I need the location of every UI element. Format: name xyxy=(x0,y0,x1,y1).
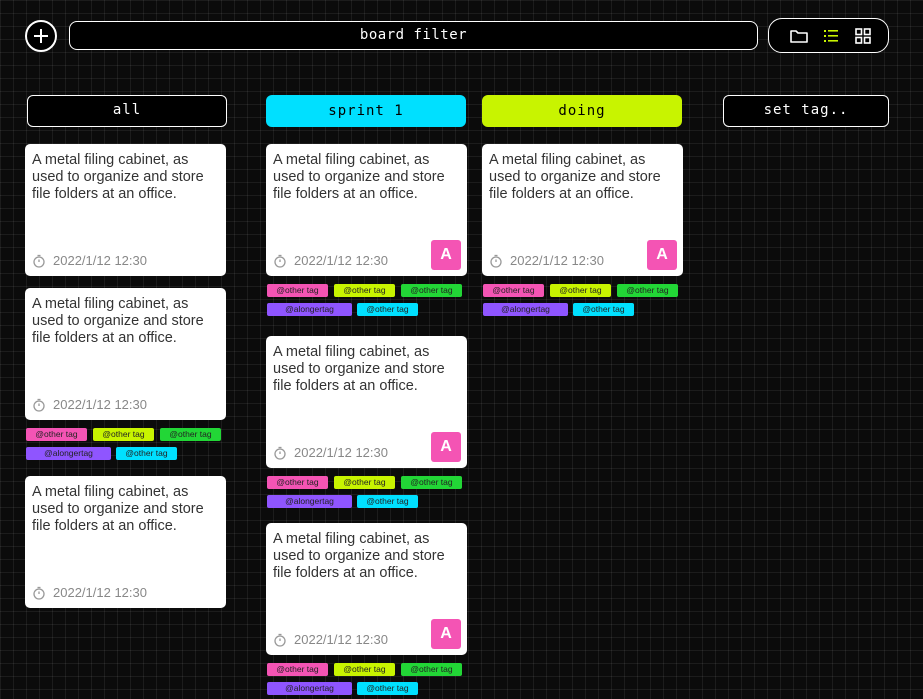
tag[interactable]: @other tag xyxy=(401,284,462,297)
card-text: A metal filing cabinet, as used to organ… xyxy=(32,484,204,534)
timestamp-text: 2022/1/12 12:30 xyxy=(53,253,147,268)
tag[interactable]: @other tag xyxy=(116,447,177,460)
tag[interactable]: @other tag xyxy=(267,663,328,676)
avatar[interactable]: A xyxy=(431,432,461,462)
view-toggle xyxy=(768,18,889,53)
timer-icon xyxy=(490,254,502,268)
timestamp-text: 2022/1/12 12:30 xyxy=(53,585,147,600)
card-timestamp: 2022/1/12 12:30 xyxy=(273,632,388,647)
card[interactable]: A metal filing cabinet, as used to organ… xyxy=(266,336,467,468)
card-text: A metal filing cabinet, as used to organ… xyxy=(32,152,204,202)
tag[interactable]: @other tag xyxy=(401,663,462,676)
plus-icon xyxy=(34,29,48,43)
timestamp-text: 2022/1/12 12:30 xyxy=(294,253,388,268)
avatar[interactable]: A xyxy=(647,240,677,270)
column-header-sprint-1[interactable]: sprint 1 xyxy=(266,95,466,127)
tag[interactable]: @other tag xyxy=(617,284,678,297)
timestamp-text: 2022/1/12 12:30 xyxy=(294,632,388,647)
avatar[interactable]: A xyxy=(431,619,461,649)
card[interactable]: A metal filing cabinet, as used to organ… xyxy=(266,523,467,655)
tag[interactable]: @alongertag xyxy=(26,447,111,460)
timestamp-text: 2022/1/12 12:30 xyxy=(294,445,388,460)
folder-icon[interactable] xyxy=(789,26,809,46)
card-timestamp: 2022/1/12 12:30 xyxy=(489,253,604,268)
card-timestamp: 2022/1/12 12:30 xyxy=(273,253,388,268)
grid-icon[interactable] xyxy=(853,26,873,46)
avatar[interactable]: A xyxy=(431,240,461,270)
card-timestamp: 2022/1/12 12:30 xyxy=(32,585,147,600)
card-text: A metal filing cabinet, as used to organ… xyxy=(273,531,445,581)
card-text: A metal filing cabinet, as used to organ… xyxy=(489,152,661,202)
tag[interactable]: @alongertag xyxy=(267,495,352,508)
add-button[interactable] xyxy=(25,20,57,52)
column-header-all[interactable]: all xyxy=(27,95,227,127)
timer-icon xyxy=(274,254,286,268)
timer-icon xyxy=(274,446,286,460)
card-timestamp: 2022/1/12 12:30 xyxy=(273,445,388,460)
tag[interactable]: @other tag xyxy=(334,284,395,297)
set-tag-button[interactable]: set tag.. xyxy=(723,95,889,127)
list-icon[interactable] xyxy=(821,26,841,46)
column-header-doing[interactable]: doing xyxy=(482,95,682,127)
tag[interactable]: @alongertag xyxy=(483,303,568,316)
tag[interactable]: @other tag xyxy=(160,428,221,441)
tag[interactable]: @other tag xyxy=(550,284,611,297)
card-text: A metal filing cabinet, as used to organ… xyxy=(273,344,445,394)
tag[interactable]: @other tag xyxy=(26,428,87,441)
card[interactable]: A metal filing cabinet, as used to organ… xyxy=(266,144,467,276)
card-text: A metal filing cabinet, as used to organ… xyxy=(32,296,204,346)
tag[interactable]: @other tag xyxy=(401,476,462,489)
tag[interactable]: @other tag xyxy=(483,284,544,297)
tag[interactable]: @alongertag xyxy=(267,682,352,695)
card[interactable]: A metal filing cabinet, as used to organ… xyxy=(25,476,226,608)
card-timestamp: 2022/1/12 12:30 xyxy=(32,253,147,268)
tag[interactable]: @other tag xyxy=(357,495,418,508)
timestamp-text: 2022/1/12 12:30 xyxy=(53,397,147,412)
tag[interactable]: @other tag xyxy=(573,303,634,316)
tag[interactable]: @other tag xyxy=(357,682,418,695)
tag[interactable]: @other tag xyxy=(334,476,395,489)
tag[interactable]: @other tag xyxy=(93,428,154,441)
tag[interactable]: @other tag xyxy=(334,663,395,676)
card-text: A metal filing cabinet, as used to organ… xyxy=(273,152,445,202)
tag[interactable]: @other tag xyxy=(267,476,328,489)
tag[interactable]: @other tag xyxy=(267,284,328,297)
timer-icon xyxy=(33,254,45,268)
tag[interactable]: @other tag xyxy=(357,303,418,316)
card[interactable]: A metal filing cabinet, as used to organ… xyxy=(482,144,683,276)
timestamp-text: 2022/1/12 12:30 xyxy=(510,253,604,268)
timer-icon xyxy=(274,633,286,647)
card-timestamp: 2022/1/12 12:30 xyxy=(32,397,147,412)
board-filter-input[interactable]: board filter xyxy=(69,21,758,50)
card[interactable]: A metal filing cabinet, as used to organ… xyxy=(25,144,226,276)
timer-icon xyxy=(33,586,45,600)
card[interactable]: A metal filing cabinet, as used to organ… xyxy=(25,288,226,420)
timer-icon xyxy=(33,398,45,412)
tag[interactable]: @alongertag xyxy=(267,303,352,316)
